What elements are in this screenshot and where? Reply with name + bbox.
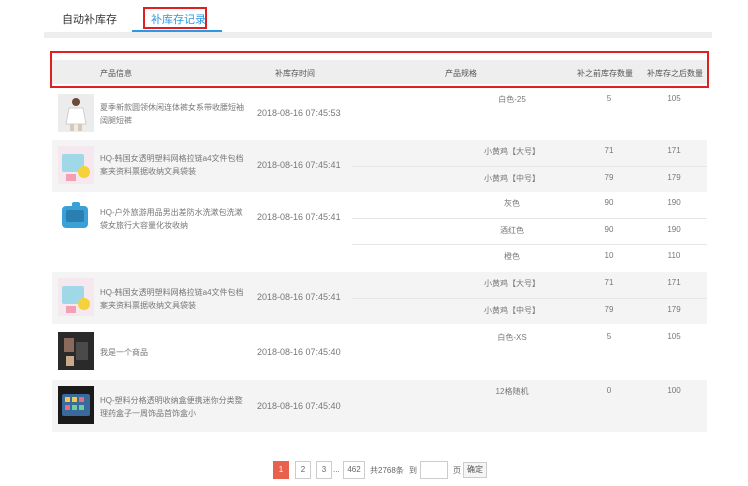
spec-row: 12格随机 0 100 (352, 380, 707, 406)
table-row: HQ-户外旅游用品男出差防水洗漱包洗漱袋女旅行大容量化妆收纳 2018-08-1… (52, 192, 707, 270)
table-row: HQ-韩国女透明塑料网格拉链a4文件包档案夹资料票据收纳文具袋装 2018-08… (52, 140, 707, 192)
spec-value: 白色-25 (498, 95, 526, 104)
header-highlight-box (50, 51, 709, 88)
spec-value: 橙色 (504, 252, 520, 261)
spec-row: 小黄鸡【中号】 79 179 (352, 166, 707, 192)
stock-after-value: 171 (667, 278, 681, 287)
spec-value: 小黄鸡【大号】 (484, 279, 540, 288)
stock-before-value: 10 (604, 251, 614, 260)
product-thumbnail[interactable] (58, 386, 94, 424)
table-row: HQ-韩国女透明塑料网格拉链a4文件包档案夹资料票据收纳文具袋装 2018-08… (52, 272, 707, 324)
stock-before-value: 90 (604, 225, 614, 234)
spec-value: 小黄鸡【中号】 (484, 306, 540, 315)
stock-after-value: 190 (667, 225, 681, 234)
product-thumbnail[interactable] (58, 146, 94, 184)
spec-value: 小黄鸡【中号】 (484, 174, 540, 183)
pagination-ellipsis: ... (333, 465, 340, 474)
spec-value: 12格随机 (495, 387, 529, 396)
table-row: 我是一个商品 2018-08-16 07:45:40 白色-XS 5 105 (52, 326, 707, 378)
page-button-last[interactable]: 462 (343, 461, 365, 479)
product-name[interactable]: HQ-户外旅游用品男出差防水洗漱包洗漱袋女旅行大容量化妆收纳 (100, 206, 250, 232)
spec-row: 小黄鸡【大号】 71 171 (352, 140, 707, 166)
spec-value: 白色-XS (497, 333, 527, 342)
spec-value: 酒红色 (500, 226, 524, 235)
stock-after-value: 100 (667, 386, 681, 395)
stock-after-value: 190 (667, 198, 681, 207)
product-thumbnail[interactable] (58, 332, 94, 370)
stock-before-value: 79 (604, 305, 614, 314)
restock-time: 2018-08-16 07:45:40 (257, 347, 341, 357)
page-button-1[interactable]: 1 (273, 461, 289, 479)
stock-before-value: 5 (606, 94, 612, 103)
stock-after-value: 105 (667, 332, 681, 341)
stock-after-value: 179 (667, 305, 681, 314)
spec-value: 灰色 (504, 199, 520, 208)
restock-time: 2018-08-16 07:45:41 (257, 292, 341, 302)
tab-highlight-box (143, 7, 207, 29)
stock-before-value: 71 (604, 278, 614, 287)
total-count: 共2768条 (370, 466, 404, 475)
spec-row: 小黄鸡【大号】 71 171 (352, 272, 707, 298)
spec-row: 橙色 10 110 (352, 244, 707, 270)
restock-time: 2018-08-16 07:45:53 (257, 108, 341, 118)
restock-time: 2018-08-16 07:45:41 (257, 212, 341, 222)
product-thumbnail[interactable] (58, 94, 94, 132)
product-name[interactable]: HQ-韩国女透明塑料网格拉链a4文件包档案夹资料票据收纳文具袋装 (100, 152, 250, 178)
stock-before-value: 0 (606, 386, 612, 395)
stock-before-value: 71 (604, 146, 614, 155)
page-suffix-label: 页 (453, 466, 461, 475)
product-name[interactable]: HQ-塑料分格透明收纳盒便携迷你分类整理药盒子一周饰品首饰盒小 (100, 394, 250, 420)
stock-after-value: 105 (667, 94, 681, 103)
table-row: HQ-塑料分格透明收纳盒便携迷你分类整理药盒子一周饰品首饰盒小 2018-08-… (52, 380, 707, 432)
spec-row: 白色-25 5 105 (352, 88, 707, 114)
restock-time: 2018-08-16 07:45:41 (257, 160, 341, 170)
product-name[interactable]: 我是一个商品 (100, 346, 250, 359)
spec-row: 灰色 90 190 (352, 192, 707, 218)
goto-page-input[interactable] (420, 461, 448, 479)
page-button-3[interactable]: 3 (316, 461, 332, 479)
tab-bar: 自动补库存 补库存记录 (0, 0, 748, 38)
restock-time: 2018-08-16 07:45:40 (257, 401, 341, 411)
stock-before-value: 5 (606, 332, 612, 341)
goto-label: 到 (409, 466, 417, 475)
tab-bar-divider (44, 32, 712, 38)
page-button-2[interactable]: 2 (295, 461, 311, 479)
spec-row: 小黄鸡【中号】 79 179 (352, 298, 707, 324)
product-name[interactable]: HQ-韩国女透明塑料网格拉链a4文件包档案夹资料票据收纳文具袋装 (100, 286, 250, 312)
product-name[interactable]: 夏季新款圆领休闲连体裤女系带收腰短袖阔腿短裤 (100, 101, 250, 127)
tab-auto-restock[interactable]: 自动补库存 (62, 11, 117, 27)
table-row: 夏季新款圆领休闲连体裤女系带收腰短袖阔腿短裤 2018-08-16 07:45:… (52, 88, 707, 140)
stock-after-value: 110 (667, 251, 681, 260)
spec-row: 白色-XS 5 105 (352, 326, 707, 352)
product-thumbnail[interactable] (58, 198, 94, 236)
confirm-button[interactable]: 确定 (463, 462, 487, 478)
stock-before-value: 79 (604, 173, 614, 182)
stock-before-value: 90 (604, 198, 614, 207)
stock-after-value: 179 (667, 173, 681, 182)
stock-after-value: 171 (667, 146, 681, 155)
spec-row: 酒红色 90 190 (352, 218, 707, 244)
pagination: 1 2 3 ... 462 共2768条 到 页 确定 (0, 461, 748, 481)
product-thumbnail[interactable] (58, 278, 94, 316)
spec-value: 小黄鸡【大号】 (484, 147, 540, 156)
